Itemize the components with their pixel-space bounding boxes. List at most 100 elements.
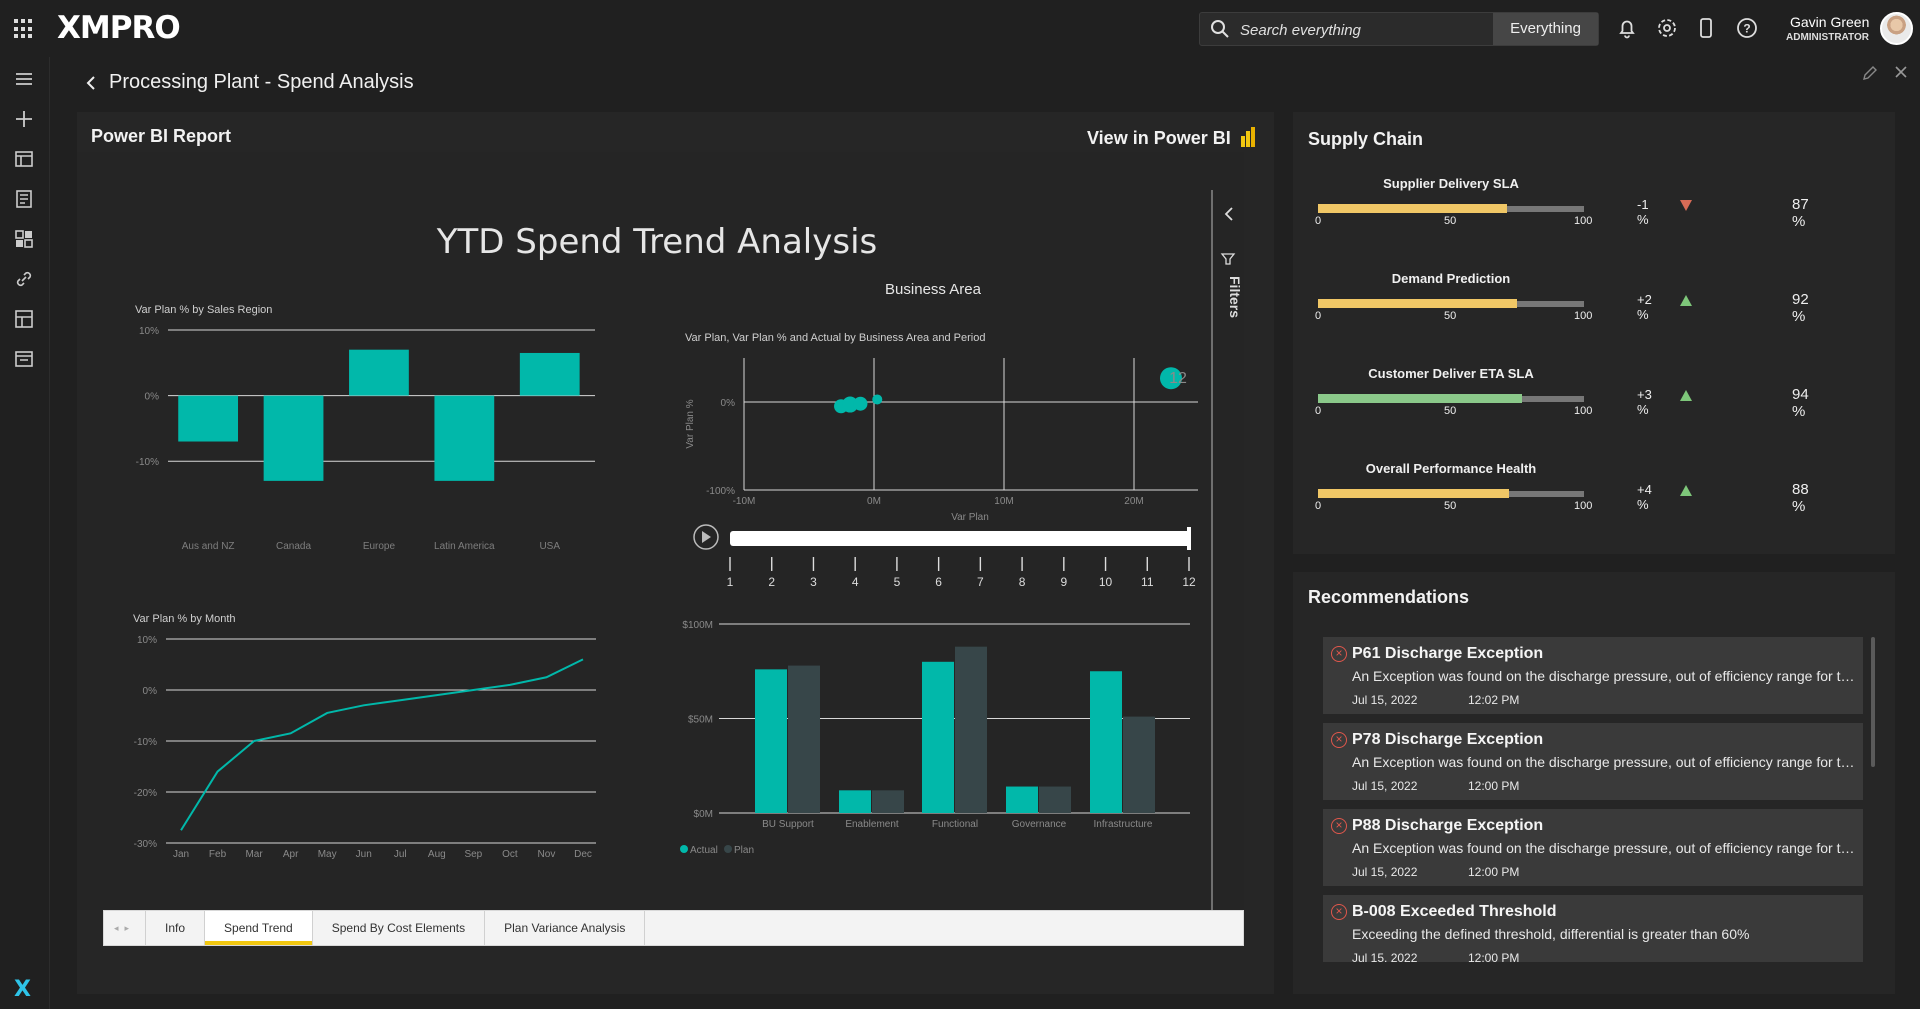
recommendations-title: Recommendations <box>1308 587 1470 607</box>
x-tick-label: Aus and NZ <box>182 541 235 552</box>
trend-down-icon <box>1680 200 1692 211</box>
x-tick-label: BU Support <box>762 819 814 830</box>
y-tick-label: -100% <box>706 486 735 497</box>
recommendation-card[interactable]: × P88 Discharge Exception An Exception was… <box>1323 809 1863 886</box>
x-tick-label: Aug <box>428 849 446 860</box>
recommendation-title[interactable]: B-008 Exceeded Threshold <box>1352 903 1557 921</box>
kpi-gauge-fill <box>1318 394 1522 403</box>
y-tick-label: 10% <box>137 635 157 646</box>
x-tick-label: Nov <box>538 849 556 860</box>
play-slider-track[interactable] <box>730 531 1190 546</box>
x-tick-label: Europe <box>363 541 396 552</box>
recommendation-card[interactable]: × P61 Discharge Exception An Exception was… <box>1323 637 1863 714</box>
error-circle-icon: × <box>1331 818 1347 834</box>
kpi-tick-label: 100 <box>1574 405 1593 417</box>
x-tick-label: Dec <box>574 849 592 860</box>
scatter-point[interactable] <box>872 394 883 405</box>
tab-spend-trend[interactable]: Spend Trend <box>205 911 313 945</box>
legend-marker <box>680 845 688 853</box>
x-tick-label: Governance <box>1012 819 1067 830</box>
kpi-name: Customer Deliver ETA SLA <box>1368 366 1534 381</box>
x-tick-label: Oct <box>502 849 518 860</box>
recommendation-title[interactable]: P61 Discharge Exception <box>1352 645 1543 663</box>
bar-latin-america[interactable] <box>434 395 495 481</box>
tab-scroll-arrows[interactable]: ◂▸ <box>104 911 146 945</box>
x-tick-label: Infrastructure <box>1094 819 1153 830</box>
recommendation-time: 12:02 PM <box>1468 693 1520 707</box>
kpi-tick-label: 100 <box>1574 215 1593 227</box>
play-axis-label: 4 <box>852 575 859 589</box>
supply-chain-title: Supply Chain <box>1308 129 1424 149</box>
kpi-name: Supplier Delivery SLA <box>1383 176 1519 191</box>
y-tick-label: $0M <box>694 809 713 820</box>
y-tick-label: 0% <box>143 686 158 697</box>
bar-actual-functional[interactable] <box>922 661 954 813</box>
tab-info[interactable]: Info <box>146 911 206 945</box>
chart-title: Var Plan % by Sales Region <box>135 304 272 316</box>
bar-usa[interactable] <box>519 352 580 396</box>
x-tick-label: Canada <box>276 541 311 552</box>
kpi-tick-label: 50 <box>1444 310 1457 322</box>
kpi-gauge-track <box>1318 299 1584 308</box>
business-area-label: Business Area <box>885 281 982 298</box>
bar-actual-infrastructure[interactable] <box>1090 671 1122 813</box>
y-tick-label: 0% <box>145 392 160 403</box>
bar-europe[interactable] <box>349 349 409 396</box>
play-axis-label: 6 <box>935 575 942 589</box>
kpi-tick-label: 50 <box>1444 500 1457 512</box>
recommendation-time: 12:00 PM <box>1468 865 1520 879</box>
bar-plan-bu-support[interactable] <box>788 665 820 813</box>
bar-plan-enablement[interactable] <box>872 790 904 813</box>
recommendation-title[interactable]: P78 Discharge Exception <box>1352 731 1543 749</box>
x-tick-label: 10M <box>994 496 1013 507</box>
kpi-gauge-fill <box>1318 299 1518 308</box>
kpi-change: +2 % <box>1637 292 1652 322</box>
play-axis-label: 11 <box>1141 575 1154 589</box>
recommendation-card[interactable]: × P78 Discharge Exception An Exception was… <box>1323 723 1863 800</box>
x-tick-label: Functional <box>932 819 978 830</box>
kpi-tick-label: 50 <box>1444 215 1457 227</box>
bar-actual-governance[interactable] <box>1006 786 1038 813</box>
kpi-value: 87 % <box>1792 196 1809 230</box>
x-tick-label: 20M <box>1124 496 1143 507</box>
recommendation-time: 12:00 PM <box>1468 951 1520 962</box>
kpi-tick-label: 50 <box>1444 405 1457 417</box>
scatter-point[interactable] <box>853 396 868 411</box>
x-tick-label: Latin America <box>434 541 495 552</box>
recommendation-title[interactable]: P88 Discharge Exception <box>1352 817 1543 835</box>
bar-plan-infrastructure[interactable] <box>1123 716 1155 813</box>
error-circle-icon: × <box>1331 904 1347 920</box>
recommendation-date: Jul 15, 2022 <box>1352 779 1418 793</box>
kpi-change: +3 % <box>1637 387 1652 417</box>
x-tick-label: Sep <box>464 849 482 860</box>
error-circle-icon: × <box>1331 732 1347 748</box>
kpi-tick-label: 0 <box>1315 405 1322 417</box>
bar-plan-functional[interactable] <box>955 646 987 813</box>
x-axis-label: Var Plan <box>951 512 989 523</box>
kpi-tick-label: 100 <box>1574 310 1593 322</box>
tab-plan-variance-analysis[interactable]: Plan Variance Analysis <box>485 911 646 945</box>
legend-label: Plan <box>734 845 754 856</box>
play-axis-label: 7 <box>977 575 984 589</box>
recommendation-scrollbar[interactable] <box>1871 637 1875 767</box>
chart-title: Var Plan, Var Plan % and Actual by Busin… <box>685 332 985 344</box>
bar-aus-and-nz[interactable] <box>178 395 239 442</box>
kpi-value: 94 % <box>1792 386 1809 420</box>
report-title: YTD Spend Trend Analysis <box>436 222 878 262</box>
play-axis-label: 1 <box>727 575 734 589</box>
x-tick-label: May <box>318 849 337 860</box>
tab-spend-by-cost-elements[interactable]: Spend By Cost Elements <box>313 911 486 945</box>
bar-canada[interactable] <box>263 395 324 481</box>
bar-plan-governance[interactable] <box>1039 786 1071 813</box>
play-axis-label: 3 <box>810 575 817 589</box>
bar-actual-enablement[interactable] <box>839 790 871 813</box>
x-tick-label: Feb <box>209 849 227 860</box>
play-axis-label: 10 <box>1099 575 1113 589</box>
recommendation-description: An Exception was found on the discharge … <box>1352 754 1857 770</box>
recommendation-description: An Exception was found on the discharge … <box>1352 668 1857 684</box>
recommendation-card[interactable]: × B-008 Exceeded Threshold Exceeding the d… <box>1323 895 1863 962</box>
y-tick-label: $100M <box>682 620 713 631</box>
bar-actual-bu-support[interactable] <box>755 669 787 813</box>
filters-label[interactable]: Filters <box>1227 276 1243 318</box>
play-slider-handle[interactable] <box>1187 527 1191 550</box>
